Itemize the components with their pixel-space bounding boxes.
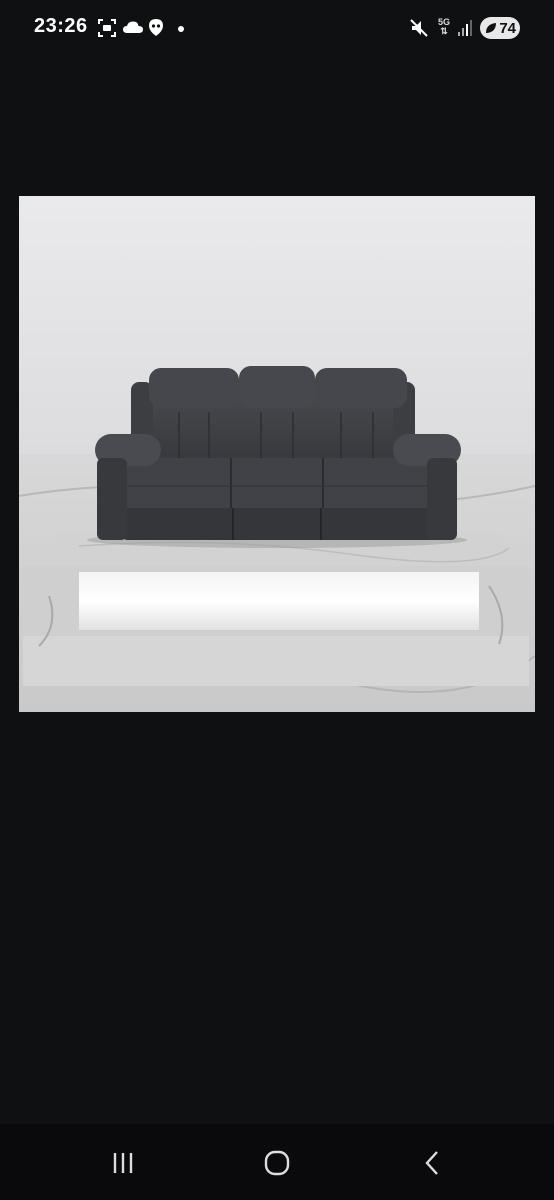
sofa-image: [19, 196, 535, 712]
home-button[interactable]: [257, 1148, 297, 1178]
location-icon: [149, 19, 163, 36]
recent-apps-button[interactable]: [103, 1148, 143, 1178]
back-icon: [425, 1151, 438, 1175]
network-5g-icon: 5G ⇅: [437, 17, 450, 36]
leaf-icon: [486, 23, 496, 33]
screen: 23:26 5G ⇅ 74: [0, 0, 554, 1200]
navigation-bar: [0, 1124, 554, 1200]
dot-icon: [178, 26, 184, 32]
status-time: 23:26: [34, 15, 88, 37]
back-button[interactable]: [412, 1148, 452, 1178]
recent-apps-icon: [113, 1153, 133, 1173]
signal-icon: [458, 20, 472, 36]
home-icon: [264, 1150, 290, 1176]
network-label: 5G: [437, 17, 450, 27]
status-bar: 23:26 5G ⇅ 74: [0, 0, 554, 56]
battery-level: 74: [499, 19, 516, 37]
sofa-photo[interactable]: [19, 196, 535, 712]
mute-icon: [410, 19, 428, 37]
battery-icon: 74: [480, 17, 520, 39]
screenshot-icon: [98, 19, 116, 37]
cloud-icon: [123, 21, 143, 33]
